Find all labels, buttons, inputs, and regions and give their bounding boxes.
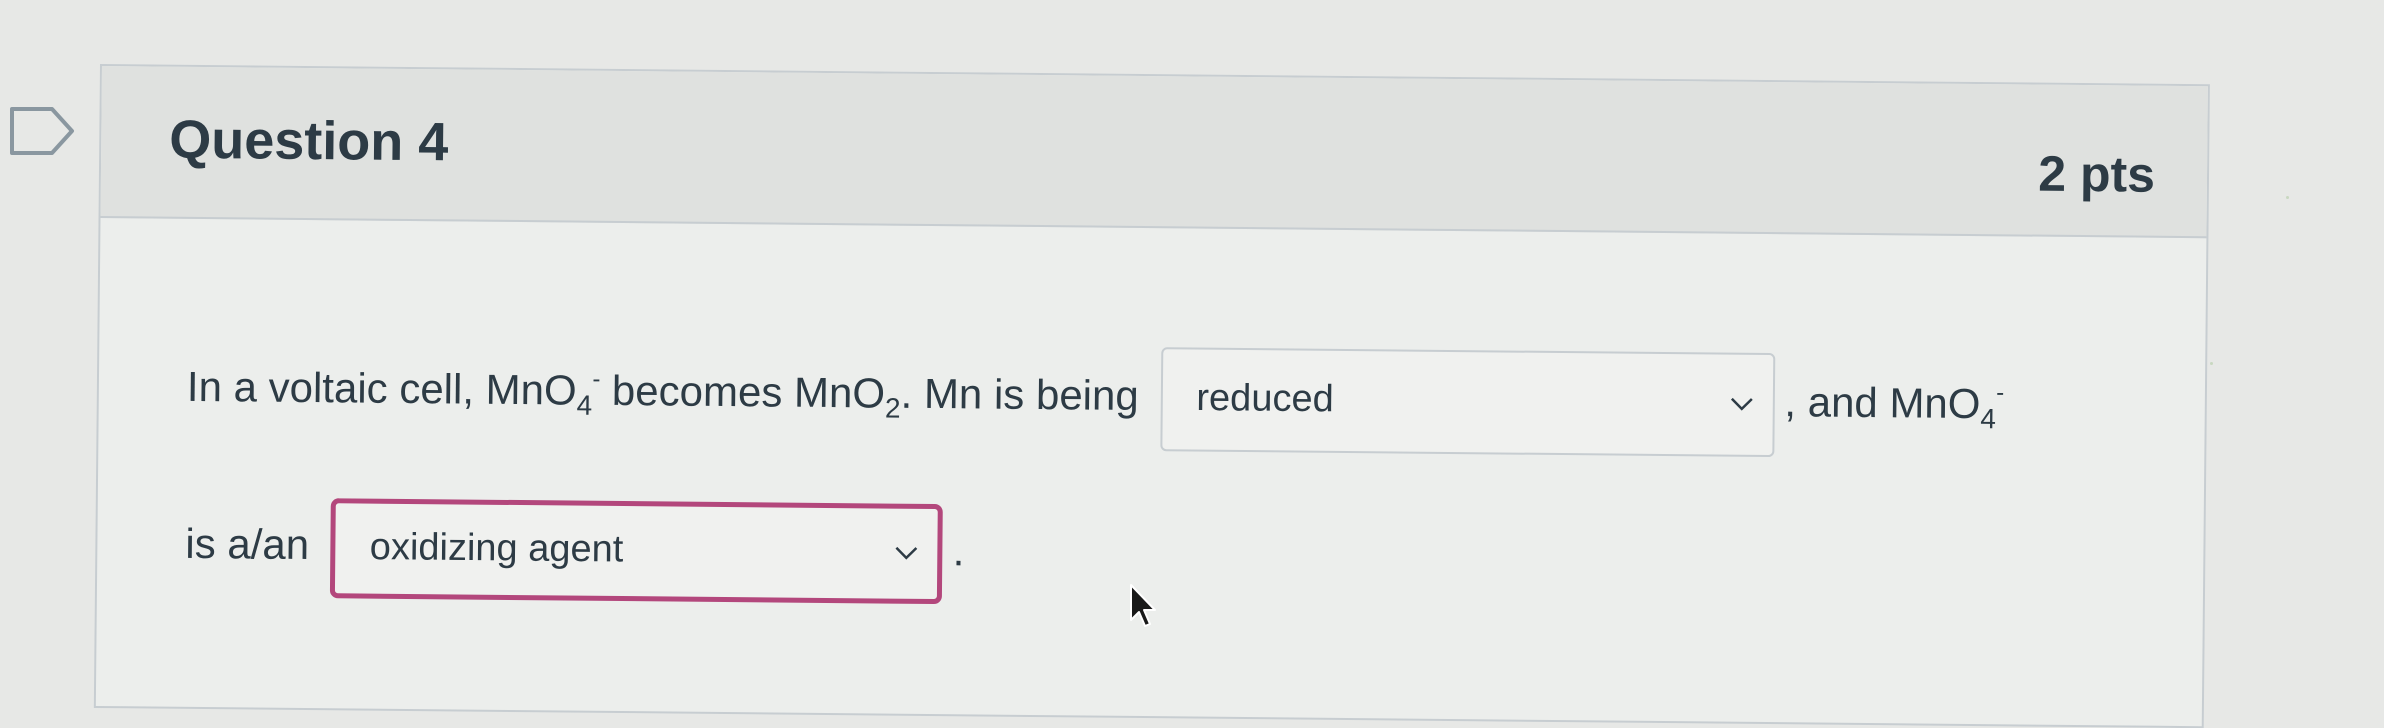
question-body: In a voltaic cell, MnO4- becomes MnO2. M… <box>185 305 2166 634</box>
question-title: Question 4 <box>168 109 449 173</box>
question-text: becomes MnO <box>600 366 886 417</box>
question-text: . Mn is being <box>900 369 1139 419</box>
screen-speck <box>2210 362 2213 365</box>
screen-speck <box>2286 196 2289 199</box>
chevron-down-icon <box>895 546 918 560</box>
mouse-cursor-icon <box>1130 584 1156 627</box>
subscript: 4 <box>1980 403 1997 435</box>
dropdown-selected-value: reduced <box>1196 376 1334 421</box>
superscript: - <box>1996 379 2005 407</box>
dropdown-selected-value: oxidizing agent <box>369 525 624 571</box>
subscript: 4 <box>576 389 593 421</box>
question-text: . <box>952 527 965 575</box>
question-points: 2 pts <box>2038 145 2156 203</box>
question-text: In a voltaic cell, MnO <box>186 362 577 414</box>
answer-dropdown-1[interactable]: reduced <box>1159 347 1775 457</box>
question-text: is a/an <box>185 519 310 569</box>
chevron-down-icon <box>1730 397 1753 411</box>
answer-dropdown-2[interactable]: oxidizing agent <box>330 498 944 605</box>
question-text: , and MnO <box>1784 378 1981 428</box>
subscript: 2 <box>884 392 901 424</box>
question-header: Question 4 2 pts <box>100 66 2208 239</box>
bookmark-flag-icon[interactable] <box>8 105 78 157</box>
